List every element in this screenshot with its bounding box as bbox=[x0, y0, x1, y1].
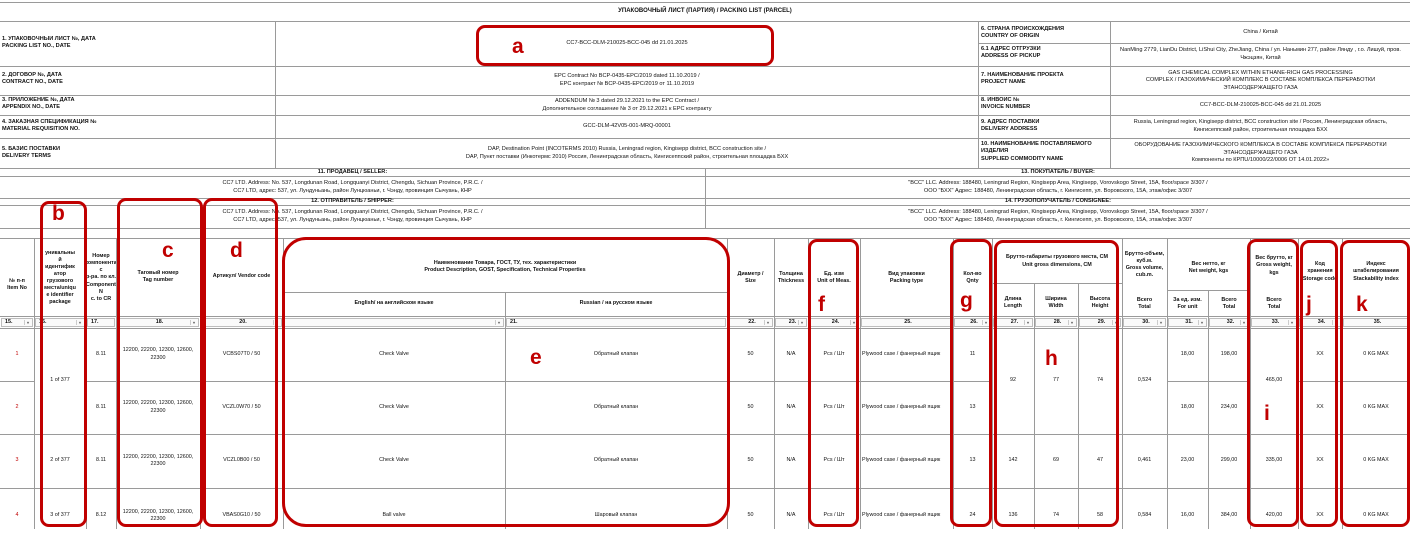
package-1-volume: 0,524 bbox=[1137, 377, 1152, 384]
col-filter-30[interactable]: 30. ▾ bbox=[1123, 318, 1166, 327]
row1-net-total: 198,00 bbox=[1220, 350, 1238, 357]
col-filter-32[interactable]: 32. ▾ bbox=[1209, 318, 1249, 327]
callout-label-e: e bbox=[530, 346, 542, 369]
row3-thickness: N/A bbox=[786, 457, 796, 464]
contract-no-label: 2. ДОГОВОР №, ДАТА CONTRACT NO., DATE bbox=[2, 72, 63, 86]
callout-box-k bbox=[1340, 240, 1410, 527]
dropdown-arrow-icon[interactable]: ▾ bbox=[24, 320, 31, 325]
buyer-title: 13. ПОКУПАТЕЛЬ / BUYER: bbox=[1021, 169, 1095, 175]
address-pickup-label: 6.1 АДРЕС ОТГРУЗКИ ADDRESS OF PICKUP bbox=[981, 46, 1041, 60]
col-filter-22[interactable]: 22. ▾ bbox=[728, 318, 773, 327]
callout-label-h: h bbox=[1045, 347, 1058, 370]
callout-box-i bbox=[1247, 239, 1299, 527]
callout-label-f: f bbox=[818, 293, 825, 316]
callout-box-c bbox=[117, 198, 203, 527]
seller-title: 11. ПРОДАВЕЦ / SELLER: bbox=[317, 169, 388, 175]
col-item-no-header: № п-п Item No bbox=[7, 277, 27, 291]
consignee-address: "BCC" LLC. Address: 188480, Leningrad Re… bbox=[908, 209, 1208, 223]
col-filter-17[interactable]: 17. bbox=[87, 318, 115, 327]
seller-address: CC7 LTD. Address: No. 537, Longdunan Roa… bbox=[222, 179, 483, 194]
document-title: УПАКОВОЧНЫЙ ЛИСТ (ПАРТИЯ) / PACKING LIST… bbox=[618, 7, 792, 14]
col-filter-23[interactable]: 23. ▾ bbox=[775, 318, 807, 327]
appendix-no-value: ADDENDUM № 3 dated 29.12.2021 to the EPC… bbox=[542, 97, 712, 112]
row1-component: 8.11 bbox=[95, 350, 107, 357]
row2-net-total: 234,00 bbox=[1220, 403, 1238, 410]
project-name-label: 7. НАИМЕНОВАНИЕ ПРОЕКТА PROJECT NAME bbox=[981, 72, 1064, 86]
callout-label-a: a bbox=[512, 35, 524, 58]
dropdown-arrow-icon[interactable]: ▾ bbox=[764, 320, 771, 325]
row1-packing: Plywood case / фанерный ящик bbox=[862, 350, 941, 357]
callout-box-f bbox=[808, 239, 859, 527]
row2-net-unit: 18,00 bbox=[1180, 403, 1195, 410]
callout-box-h bbox=[994, 240, 1119, 527]
dropdown-arrow-icon[interactable]: ▾ bbox=[798, 320, 805, 325]
contract-no-value: EPC Contract No BCP-0435-EPC/2019 dated … bbox=[554, 73, 700, 87]
packing-list-no-label: 1. УПАКОВОЧНЫЙ ЛИСТ №, ДАТА PACKING LIST… bbox=[2, 36, 96, 50]
address-pickup-value: NanMing 2779, LianDu District, LiShui Ci… bbox=[1120, 47, 1401, 61]
row3-net-total: 299,00 bbox=[1220, 457, 1238, 464]
col-component-no-header: Номер компонента с р-ра. по кл. Componen… bbox=[86, 253, 116, 302]
row3-packing: Plywood case / фанерный ящик bbox=[862, 457, 941, 464]
dropdown-arrow-icon[interactable]: ▾ bbox=[1198, 320, 1205, 325]
row2-diameter: 50 bbox=[747, 403, 754, 410]
callout-label-c: c bbox=[162, 239, 174, 262]
delivery-terms-label: 5. БАЗИС ПОСТАВКИ DELIVERY TERMS bbox=[2, 146, 61, 160]
callout-label-g: g bbox=[960, 289, 973, 312]
col-filter-25[interactable]: 25. bbox=[861, 318, 952, 327]
commodity-name-label: 10. НАИМЕНОВАНИЕ ПОСТАВЛЯЕМОГО ИЗДЕЛИЯ S… bbox=[981, 141, 1092, 162]
col-volume-total-header: Всего Total bbox=[1136, 296, 1153, 310]
row2-packing: Plywood case / фанерный ящик bbox=[862, 403, 941, 410]
callout-label-d: d bbox=[230, 239, 243, 262]
row1-net-unit: 18,00 bbox=[1180, 350, 1195, 357]
delivery-terms-value: DAP, Destination Point (INCOTERMS 2010) … bbox=[465, 145, 789, 160]
col-net-for-unit-header: За ед. изм. For unit bbox=[1173, 296, 1202, 310]
callout-box-e bbox=[282, 237, 730, 527]
col-gross-volume-header: Брутто-объем, куб.м. Gross volume, cub.m… bbox=[1124, 250, 1165, 279]
appendix-no-label: 3. ПРИЛОЖЕНИЕ №, ДАТА APPENDIX NO., DATE bbox=[2, 97, 75, 111]
col-packing-type-header: Вид упаковки Packing type bbox=[888, 270, 925, 284]
callout-label-k: k bbox=[1356, 293, 1368, 316]
commodity-name-value: ОБОРУДОВАНИЕ ГАЗОХИМИЧЕСКОГО КОМПЛЕКСА В… bbox=[1134, 142, 1387, 164]
dropdown-arrow-icon[interactable]: ▾ bbox=[1240, 320, 1247, 325]
invoice-number-value: CC7-BCC-DLM-210025-BCC-045 dd 21.01.2025 bbox=[1199, 101, 1322, 108]
callout-label-j: j bbox=[1306, 293, 1312, 316]
material-requisition-label: 4. ЗАКАЗНАЯ СПЕЦИФИКАЦИЯ № MATERIAL REQU… bbox=[2, 119, 97, 133]
row3-component: 8.11 bbox=[95, 457, 107, 464]
col-net-total-header: Всего Total bbox=[1221, 296, 1237, 310]
callout-label-i: i bbox=[1264, 402, 1270, 425]
material-requisition-value: GCC-DLM-42V05-001-MRQ-00001 bbox=[583, 123, 671, 130]
row1-item-no: 1 bbox=[15, 350, 19, 357]
col-thickness-header: Толщина Thickness bbox=[777, 270, 805, 284]
col-diameter-header: Диаметр / Size bbox=[737, 270, 764, 284]
row2-item-no: 2 bbox=[15, 403, 19, 410]
callout-label-b: b bbox=[52, 202, 65, 225]
callout-box-g bbox=[950, 239, 992, 527]
country-origin-value: China / Китай bbox=[1243, 28, 1278, 35]
delivery-address-value: Russia, Leningrad region, Kingisepp dist… bbox=[1133, 119, 1388, 133]
package-2-volume: 0,461 bbox=[1137, 457, 1152, 464]
shipper-address: CC7 LTD. Address: No. 537, Longdunan Roa… bbox=[222, 209, 483, 223]
col-net-weight-header: Вес нетто, кг Net weight, kgs bbox=[1188, 260, 1229, 274]
invoice-number-label: 8. ИНВОЙС № INVOICE NUMBER bbox=[981, 97, 1031, 111]
row3-diameter: 50 bbox=[747, 457, 754, 464]
consignee-title: 14. ГРУЗОПОЛУЧАТЕЛЬ / CONSIGNEE: bbox=[1005, 198, 1111, 204]
col-filter-31[interactable]: 31. ▾ bbox=[1168, 318, 1207, 327]
row2-thickness: N/A bbox=[786, 403, 796, 410]
delivery-address-label: 9. АДРЕС ПОСТАВКИ DELIVERY ADDRESS bbox=[981, 119, 1040, 133]
buyer-address: "BCC" LLC. Address: 188480, Leningrad Re… bbox=[908, 179, 1208, 194]
callout-box-b bbox=[40, 201, 87, 527]
dropdown-arrow-icon[interactable]: ▾ bbox=[1157, 320, 1164, 325]
row1-diameter: 50 bbox=[747, 350, 754, 357]
shipper-title: 12. ОТПРАВИТЕЛЬ / SHIPPER: bbox=[311, 198, 394, 204]
col-filter-15[interactable]: 15. ▾ bbox=[1, 318, 33, 327]
row1-thickness: N/A bbox=[786, 350, 796, 357]
project-name-value: GAS CHEMICAL COMPLEX WITHIN ETHANE-RICH … bbox=[1145, 69, 1376, 91]
row2-component: 8.11 bbox=[95, 403, 107, 410]
row3-net-unit: 23,00 bbox=[1180, 457, 1195, 464]
callout-box-j bbox=[1300, 240, 1338, 527]
row3-item-no: 3 bbox=[15, 457, 19, 464]
country-origin-label: 6. СТРАНА ПРОИСХОЖДЕНИЯ COUNTRY OF ORIGI… bbox=[981, 26, 1065, 40]
